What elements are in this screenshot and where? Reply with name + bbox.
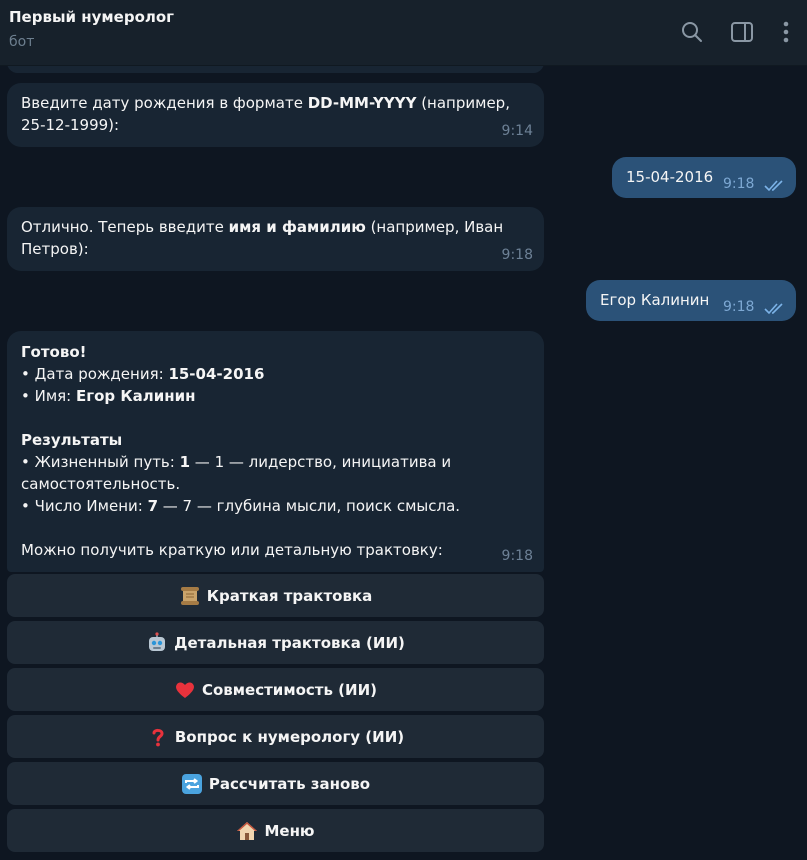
life-path-number: 1 bbox=[179, 453, 191, 471]
button-label: Меню bbox=[264, 821, 315, 840]
scroll-icon bbox=[179, 585, 201, 607]
message-bubble-outgoing[interactable]: Егор Калинин 9:18 bbox=[586, 280, 796, 321]
read-checkmarks-icon bbox=[763, 176, 787, 192]
message-text-part: (например, bbox=[416, 94, 510, 112]
name-number-description: — 7 — глубина мысли, поиск смысла. bbox=[158, 497, 461, 515]
results-heading: Результаты bbox=[21, 431, 123, 449]
message-text-part: Введите дату рождения в формате bbox=[21, 94, 308, 112]
message-text-part: Петров): bbox=[21, 240, 89, 258]
message-bubble-incoming[interactable]: Введите дату рождения в формате DD-MM-YY… bbox=[7, 83, 544, 147]
message-list[interactable]: Введите дату рождения в формате DD-MM-YY… bbox=[0, 66, 807, 860]
button-label: Детальная трактовка (ИИ) bbox=[174, 633, 405, 652]
message-bubble-results[interactable]: Готово! • Дата рождения: 15-04-2016 • Им… bbox=[7, 331, 544, 572]
name-number: 7 bbox=[147, 497, 159, 515]
short-interpretation-button[interactable]: Краткая трактовка bbox=[7, 574, 544, 617]
read-checkmarks-icon bbox=[763, 299, 787, 315]
house-icon bbox=[236, 820, 258, 842]
message-text: Отлично. Теперь введите имя и фамилию (н… bbox=[21, 216, 521, 260]
button-label: Совместимость (ИИ) bbox=[201, 680, 377, 699]
chat-header: Первый нумеролог бот bbox=[0, 0, 807, 66]
message-text: 15-04-2016 bbox=[626, 168, 714, 186]
message-text-bold: имя и фамилию bbox=[228, 218, 366, 236]
message-text: Готово! • Дата рождения: 15-04-2016 • Им… bbox=[21, 341, 531, 561]
message-time: 9:18 bbox=[501, 548, 533, 564]
search-icon[interactable] bbox=[679, 19, 705, 45]
interpretation-prompt: Можно получить краткую или детальную тра… bbox=[21, 541, 443, 559]
message-time: 9:18 bbox=[501, 247, 533, 263]
message-text-part: Отлично. Теперь введите bbox=[21, 218, 229, 236]
dob-value: 15-04-2016 bbox=[168, 365, 265, 383]
message-time: 9:18 bbox=[723, 176, 755, 192]
name-number-label: • Число Имени: bbox=[21, 497, 148, 515]
menu-button[interactable]: Меню bbox=[7, 809, 544, 852]
message-bubble-partial bbox=[7, 66, 544, 73]
compatibility-button[interactable]: Совместимость (ИИ) bbox=[7, 668, 544, 711]
ask-numerologist-button[interactable]: Вопрос к нумерологу (ИИ) bbox=[7, 715, 544, 758]
button-label: Рассчитать заново bbox=[208, 774, 371, 793]
question-icon bbox=[147, 726, 169, 748]
message-text-part: (например, Иван bbox=[365, 218, 504, 236]
message-text: Егор Калинин bbox=[600, 291, 710, 309]
life-path-description-cont: самостоятельность. bbox=[21, 475, 181, 493]
dob-label: • Дата рождения: bbox=[21, 365, 169, 383]
message-text-part: 25-12-1999): bbox=[21, 116, 120, 134]
chat-title[interactable]: Первый нумеролог bbox=[9, 8, 174, 26]
name-value: Егор Калинин bbox=[76, 387, 196, 405]
robot-icon bbox=[146, 631, 168, 654]
button-label: Краткая трактовка bbox=[206, 586, 373, 605]
chat-subtitle: бот bbox=[9, 34, 35, 50]
life-path-label: • Жизненный путь: bbox=[21, 453, 180, 471]
message-bubble-outgoing[interactable]: 15-04-2016 9:18 bbox=[612, 157, 796, 198]
sidebar-toggle-icon[interactable] bbox=[729, 19, 755, 45]
message-time: 9:14 bbox=[501, 123, 533, 139]
life-path-description: — 1 — лидерство, инициатива и bbox=[190, 453, 452, 471]
detailed-interpretation-button[interactable]: Детальная трактовка (ИИ) bbox=[7, 621, 544, 664]
message-time: 9:18 bbox=[723, 299, 755, 315]
more-vertical-icon[interactable] bbox=[773, 19, 799, 45]
name-label: • Имя: bbox=[21, 387, 76, 405]
repeat-icon bbox=[181, 773, 203, 795]
message-text-bold: DD-MM-YYYY bbox=[307, 94, 417, 112]
results-ready-title: Готово! bbox=[21, 343, 87, 361]
recalculate-button[interactable]: Рассчитать заново bbox=[7, 762, 544, 805]
message-text: Введите дату рождения в формате DD-MM-YY… bbox=[21, 92, 521, 136]
message-bubble-incoming[interactable]: Отлично. Теперь введите имя и фамилию (н… bbox=[7, 207, 544, 271]
heart-icon bbox=[174, 679, 196, 701]
button-label: Вопрос к нумерологу (ИИ) bbox=[174, 727, 405, 746]
